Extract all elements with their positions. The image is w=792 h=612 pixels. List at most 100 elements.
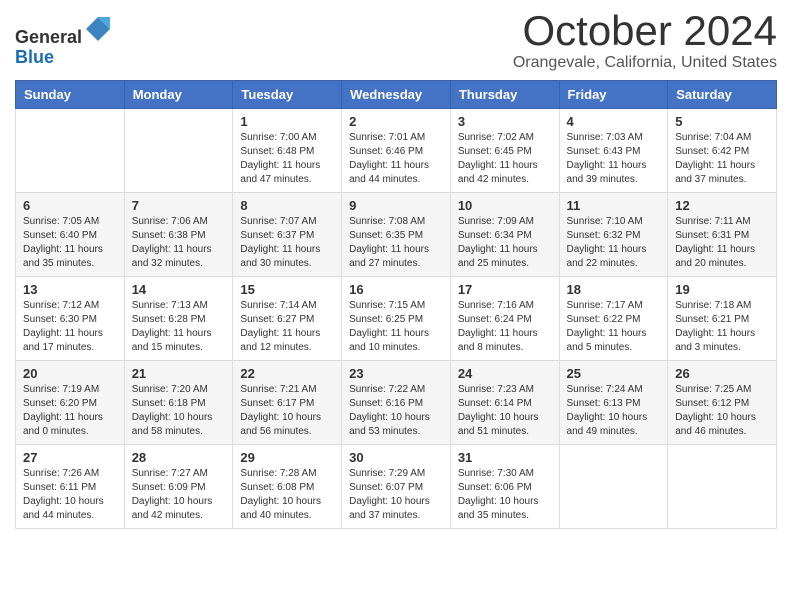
day-number: 17 <box>458 282 552 297</box>
calendar-cell: 6 Sunrise: 7:05 AM Sunset: 6:40 PM Daylig… <box>16 193 125 277</box>
title-section: October 2024 Orangevale, California, Uni… <box>513 10 777 72</box>
calendar-cell: 7Sunrise: 7:06 AM Sunset: 6:38 PM Daylig… <box>124 193 233 277</box>
cell-content: Sunrise: 7:18 AM Sunset: 6:21 PM Dayligh… <box>675 299 769 355</box>
calendar-cell: 13 Sunrise: 7:12 AM Sunset: 6:30 PM Dayli… <box>16 277 125 361</box>
calendar-cell: 8 Sunrise: 7:07 AM Sunset: 6:37 PM Daylig… <box>233 193 342 277</box>
day-number: 23 <box>349 366 443 381</box>
calendar-cell: 9 Sunrise: 7:08 AM Sunset: 6:35 PM Daylig… <box>342 193 451 277</box>
cell-content: Sunrise: 7:30 AM Sunset: 6:06 PM Dayligh… <box>458 467 552 523</box>
day-number: 16 <box>349 282 443 297</box>
cell-content: Sunrise: 7:22 AM Sunset: 6:16 PM Dayligh… <box>349 383 443 439</box>
cell-content: Sunrise: 7:23 AM Sunset: 6:14 PM Dayligh… <box>458 383 552 439</box>
day-number: 9 <box>349 198 443 213</box>
day-number: 30 <box>349 450 443 465</box>
col-header-saturday: Saturday <box>668 81 777 109</box>
day-number: 29 <box>240 450 334 465</box>
calendar-cell: 20 Sunrise: 7:19 AM Sunset: 6:20 PM Dayli… <box>16 361 125 445</box>
day-number: 12 <box>675 198 769 213</box>
calendar-cell: 18 Sunrise: 7:17 AM Sunset: 6:22 PM Dayli… <box>559 277 668 361</box>
calendar-cell: 16 Sunrise: 7:15 AM Sunset: 6:25 PM Dayli… <box>342 277 451 361</box>
calendar-cell <box>559 445 668 529</box>
calendar-cell: 27Sunrise: 7:26 AM Sunset: 6:11 PM Dayli… <box>16 445 125 529</box>
cell-content: Sunrise: 7:12 AM Sunset: 6:30 PM Dayligh… <box>23 299 117 355</box>
calendar-cell: 12Sunrise: 7:11 AM Sunset: 6:31 PM Dayli… <box>668 193 777 277</box>
calendar-cell: 28 Sunrise: 7:27 AM Sunset: 6:09 PM Dayli… <box>124 445 233 529</box>
cell-content: Sunrise: 7:24 AM Sunset: 6:13 PM Dayligh… <box>567 383 661 439</box>
day-number: 22 <box>240 366 334 381</box>
day-number: 13 <box>23 282 117 297</box>
calendar-cell: 31Sunrise: 7:30 AM Sunset: 6:06 PM Dayli… <box>450 445 559 529</box>
cell-content: Sunrise: 7:05 AM Sunset: 6:40 PM Dayligh… <box>23 215 117 271</box>
day-number: 10 <box>458 198 552 213</box>
calendar-cell: 4Sunrise: 7:03 AM Sunset: 6:43 PM Daylig… <box>559 109 668 193</box>
cell-content: Sunrise: 7:29 AM Sunset: 6:07 PM Dayligh… <box>349 467 443 523</box>
day-number: 2 <box>349 114 443 129</box>
cell-content: Sunrise: 7:20 AM Sunset: 6:18 PM Dayligh… <box>132 383 226 439</box>
day-number: 7 <box>132 198 226 213</box>
cell-content: Sunrise: 7:21 AM Sunset: 6:17 PM Dayligh… <box>240 383 334 439</box>
cell-content: Sunrise: 7:07 AM Sunset: 6:37 PM Dayligh… <box>240 215 334 271</box>
logo-general-text: General <box>15 27 82 47</box>
calendar-week-row: 13 Sunrise: 7:12 AM Sunset: 6:30 PM Dayli… <box>16 277 777 361</box>
calendar-cell <box>668 445 777 529</box>
day-number: 20 <box>23 366 117 381</box>
calendar-cell: 11Sunrise: 7:10 AM Sunset: 6:32 PM Dayli… <box>559 193 668 277</box>
calendar-cell <box>16 109 125 193</box>
cell-content: Sunrise: 7:19 AM Sunset: 6:20 PM Dayligh… <box>23 383 117 439</box>
cell-content: Sunrise: 7:00 AM Sunset: 6:48 PM Dayligh… <box>240 131 334 187</box>
calendar-week-row: 27Sunrise: 7:26 AM Sunset: 6:11 PM Dayli… <box>16 445 777 529</box>
col-header-wednesday: Wednesday <box>342 81 451 109</box>
day-number: 15 <box>240 282 334 297</box>
cell-content: Sunrise: 7:25 AM Sunset: 6:12 PM Dayligh… <box>675 383 769 439</box>
cell-content: Sunrise: 7:16 AM Sunset: 6:24 PM Dayligh… <box>458 299 552 355</box>
cell-content: Sunrise: 7:13 AM Sunset: 6:28 PM Dayligh… <box>132 299 226 355</box>
day-number: 1 <box>240 114 334 129</box>
col-header-friday: Friday <box>559 81 668 109</box>
col-header-thursday: Thursday <box>450 81 559 109</box>
calendar-cell: 26 Sunrise: 7:25 AM Sunset: 6:12 PM Dayli… <box>668 361 777 445</box>
cell-content: Sunrise: 7:10 AM Sunset: 6:32 PM Dayligh… <box>567 215 661 271</box>
day-number: 4 <box>567 114 661 129</box>
cell-content: Sunrise: 7:28 AM Sunset: 6:08 PM Dayligh… <box>240 467 334 523</box>
calendar-cell: 21 Sunrise: 7:20 AM Sunset: 6:18 PM Dayli… <box>124 361 233 445</box>
month-title: October 2024 <box>513 10 777 52</box>
calendar-cell <box>124 109 233 193</box>
calendar-header-row: SundayMondayTuesdayWednesdayThursdayFrid… <box>16 81 777 109</box>
col-header-sunday: Sunday <box>16 81 125 109</box>
day-number: 18 <box>567 282 661 297</box>
day-number: 3 <box>458 114 552 129</box>
day-number: 25 <box>567 366 661 381</box>
day-number: 21 <box>132 366 226 381</box>
calendar-week-row: 20 Sunrise: 7:19 AM Sunset: 6:20 PM Dayli… <box>16 361 777 445</box>
calendar-cell: 25 Sunrise: 7:24 AM Sunset: 6:13 PM Dayli… <box>559 361 668 445</box>
calendar-cell: 3Sunrise: 7:02 AM Sunset: 6:45 PM Daylig… <box>450 109 559 193</box>
calendar-cell: 30 Sunrise: 7:29 AM Sunset: 6:07 PM Dayli… <box>342 445 451 529</box>
calendar-cell: 17 Sunrise: 7:16 AM Sunset: 6:24 PM Dayli… <box>450 277 559 361</box>
cell-content: Sunrise: 7:15 AM Sunset: 6:25 PM Dayligh… <box>349 299 443 355</box>
calendar-cell: 29 Sunrise: 7:28 AM Sunset: 6:08 PM Dayli… <box>233 445 342 529</box>
cell-content: Sunrise: 7:01 AM Sunset: 6:46 PM Dayligh… <box>349 131 443 187</box>
day-number: 24 <box>458 366 552 381</box>
cell-content: Sunrise: 7:04 AM Sunset: 6:42 PM Dayligh… <box>675 131 769 187</box>
day-number: 26 <box>675 366 769 381</box>
calendar-cell: 24 Sunrise: 7:23 AM Sunset: 6:14 PM Dayli… <box>450 361 559 445</box>
calendar-cell: 15 Sunrise: 7:14 AM Sunset: 6:27 PM Dayli… <box>233 277 342 361</box>
page-container: General Blue October 2024 Orangevale, Ca… <box>0 0 792 544</box>
col-header-monday: Monday <box>124 81 233 109</box>
day-number: 8 <box>240 198 334 213</box>
day-number: 6 <box>23 198 117 213</box>
cell-content: Sunrise: 7:17 AM Sunset: 6:22 PM Dayligh… <box>567 299 661 355</box>
calendar-cell: 23 Sunrise: 7:22 AM Sunset: 6:16 PM Dayli… <box>342 361 451 445</box>
day-number: 28 <box>132 450 226 465</box>
cell-content: Sunrise: 7:26 AM Sunset: 6:11 PM Dayligh… <box>23 467 117 523</box>
location-text: Orangevale, California, United States <box>513 54 777 72</box>
cell-content: Sunrise: 7:14 AM Sunset: 6:27 PM Dayligh… <box>240 299 334 355</box>
day-number: 19 <box>675 282 769 297</box>
cell-content: Sunrise: 7:27 AM Sunset: 6:09 PM Dayligh… <box>132 467 226 523</box>
calendar-cell: 19 Sunrise: 7:18 AM Sunset: 6:21 PM Dayli… <box>668 277 777 361</box>
cell-content: Sunrise: 7:08 AM Sunset: 6:35 PM Dayligh… <box>349 215 443 271</box>
logo: General Blue <box>15 15 112 68</box>
logo-blue-text: Blue <box>15 47 54 67</box>
calendar-table: SundayMondayTuesdayWednesdayThursdayFrid… <box>15 80 777 529</box>
header: General Blue October 2024 Orangevale, Ca… <box>15 10 777 72</box>
